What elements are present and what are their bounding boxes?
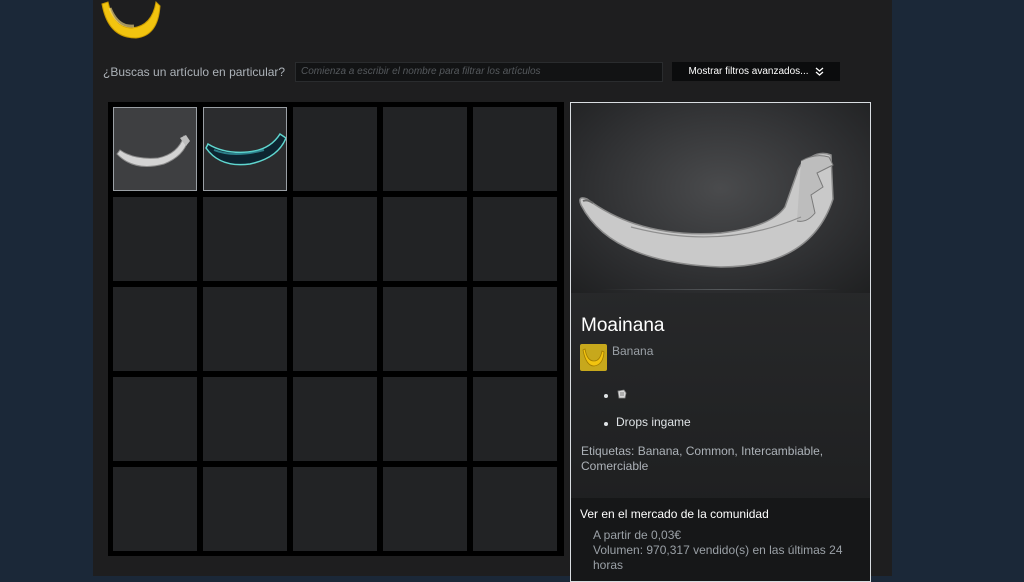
item-detail-panel: Moainana Banana Drops ingame Etiquetas: … xyxy=(570,102,871,582)
inventory-slot[interactable] xyxy=(293,377,377,461)
inventory-slot-moainana[interactable] xyxy=(113,107,197,191)
advanced-filters-button[interactable]: Mostrar filtros avanzados... xyxy=(672,62,840,81)
game-banana-icon[interactable] xyxy=(580,344,607,371)
inventory-slot[interactable] xyxy=(473,287,557,371)
inventory-slot[interactable] xyxy=(113,377,197,461)
inventory-slot[interactable] xyxy=(383,377,467,461)
search-row: ¿Buscas un artículo en particular? xyxy=(103,62,285,82)
drops-ingame-text: Drops ingame xyxy=(616,415,691,429)
inventory-slot[interactable] xyxy=(203,467,287,551)
bullet-dot xyxy=(604,394,608,398)
search-input[interactable]: Comienza a escribir el nombre para filtr… xyxy=(295,62,663,82)
inventory-slot[interactable] xyxy=(203,377,287,461)
double-chevron-down-icon xyxy=(815,67,823,76)
inventory-slot[interactable] xyxy=(473,377,557,461)
inventory-slot[interactable] xyxy=(383,107,467,191)
inventory-slot[interactable] xyxy=(293,467,377,551)
moainana-large-icon xyxy=(579,152,834,268)
inventory-slot[interactable] xyxy=(383,287,467,371)
advanced-filters-label: Mostrar filtros avanzados... xyxy=(688,66,809,77)
gray-banana-icon xyxy=(116,135,190,167)
item-name: Moainana xyxy=(581,315,665,336)
banana-logo-icon xyxy=(101,0,161,39)
search-label: ¿Buscas un artículo en particular? xyxy=(103,65,286,79)
item-image xyxy=(571,103,870,293)
inventory-slot-teal-banana[interactable] xyxy=(203,107,287,191)
market-link[interactable]: Ver en el mercado de la comunidad xyxy=(580,507,769,521)
inventory-slot[interactable] xyxy=(293,287,377,371)
bullet-dot xyxy=(604,422,608,426)
inventory-slot[interactable] xyxy=(113,467,197,551)
item-tags: Etiquetas: Banana, Common, Intercambiabl… xyxy=(581,444,824,473)
inventory-slot[interactable] xyxy=(473,197,557,281)
inventory-grid xyxy=(108,102,564,556)
inventory-slot[interactable] xyxy=(473,467,557,551)
inventory-slot[interactable] xyxy=(473,107,557,191)
divider xyxy=(601,289,841,290)
inventory-slot[interactable] xyxy=(383,197,467,281)
sticker-icon xyxy=(617,389,627,399)
game-name[interactable]: Banana xyxy=(612,344,653,358)
inventory-slot[interactable] xyxy=(293,107,377,191)
inventory-slot[interactable] xyxy=(203,197,287,281)
inventory-slot[interactable] xyxy=(113,287,197,371)
market-price: A partir de 0,03€ xyxy=(593,528,682,542)
teal-banana-icon xyxy=(205,132,287,166)
inventory-slot[interactable] xyxy=(383,467,467,551)
inventory-slot[interactable] xyxy=(293,197,377,281)
inventory-slot[interactable] xyxy=(203,287,287,371)
inventory-slot[interactable] xyxy=(113,197,197,281)
market-volume: Volumen: 970,317 vendido(s) en las últim… xyxy=(593,543,843,572)
